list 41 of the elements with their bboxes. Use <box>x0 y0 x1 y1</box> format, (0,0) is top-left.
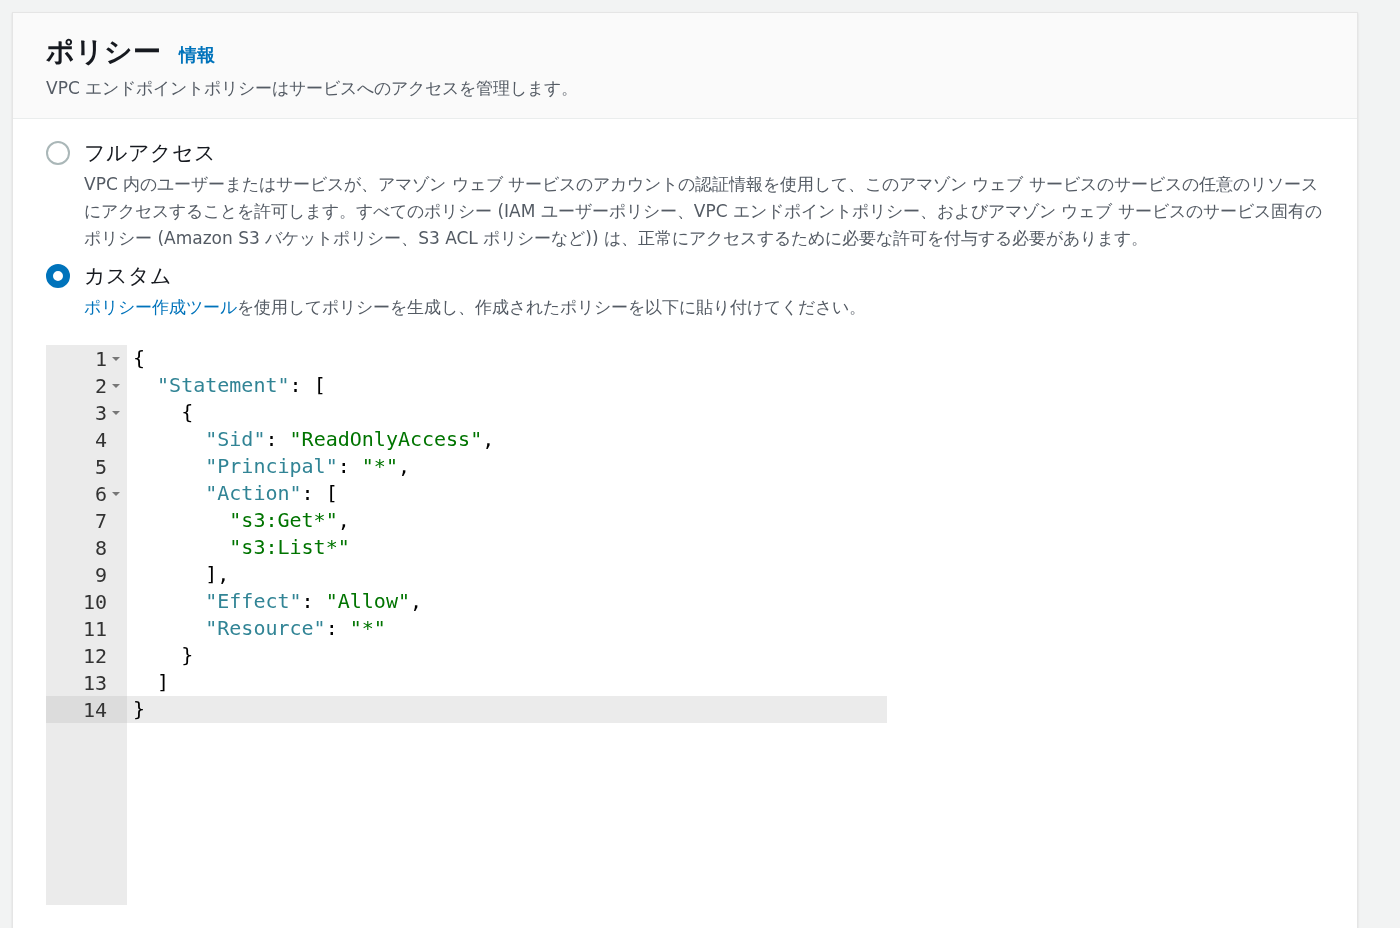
info-link[interactable]: 情報 <box>179 43 215 67</box>
fold-caret-icon[interactable] <box>111 355 121 362</box>
code-line: "Effect": "Allow", <box>204 588 423 615</box>
fold-caret-icon[interactable] <box>111 409 121 416</box>
code-line: } <box>180 642 195 669</box>
line-number: 1 <box>94 346 107 371</box>
line-number: 4 <box>94 427 107 452</box>
line-number: 13 <box>82 670 107 695</box>
code-line: "s3:Get*", <box>228 507 351 534</box>
line-number: 7 <box>94 508 107 533</box>
code-line: ], <box>204 561 231 588</box>
line-number: 6 <box>94 481 107 506</box>
line-number: 2 <box>94 373 107 398</box>
policy-generator-link[interactable]: ポリシー作成ツール <box>84 297 237 317</box>
fold-caret-icon[interactable] <box>111 490 121 497</box>
line-number: 10 <box>82 589 107 614</box>
line-number: 9 <box>94 562 107 587</box>
code-line: "Action": [ <box>204 480 339 507</box>
code-line: "Resource": "*" <box>204 615 387 642</box>
code-line: "Principal": "*", <box>204 453 411 480</box>
line-number: 14 <box>82 697 107 722</box>
code-line: ] <box>156 669 171 696</box>
panel-title: ポリシー <box>46 34 161 70</box>
line-number: 11 <box>82 616 107 641</box>
radio-button[interactable] <box>46 264 70 288</box>
code-line: "Statement": [ <box>156 372 327 399</box>
radio-label[interactable]: カスタム <box>84 262 1324 290</box>
fold-caret-icon[interactable] <box>111 382 121 389</box>
code-line: "s3:List*" <box>228 534 351 561</box>
code-line: { <box>180 399 195 426</box>
radio-label[interactable]: フルアクセス <box>84 139 1324 167</box>
radio-button[interactable] <box>46 141 70 165</box>
line-number: 3 <box>94 400 107 425</box>
panel-description: VPC エンドポイントポリシーはサービスへのアクセスを管理します。 <box>46 77 580 100</box>
line-number: 5 <box>94 454 107 479</box>
option-description: VPC 内のユーザーまたはサービスが、アマゾン ウェブ サービスのアカウントの認証情報を使用して、このアマゾン ウェブ サービスのサービスの任意のリソースにアクセスすることを許可します。すべてのポリシー (IAM ユーザーポリシー、VPC エンドポイントポリシー、およびアマゾン ウェブ サービスのサービス固有のポリシー (Amazon S3 バケットポリシー、S3 ACL ポリシーなど)) は、正常にアクセスするために必要な許可を付与する必要があります。 <box>84 173 1323 250</box>
line-number: 8 <box>94 535 107 560</box>
option-description: ポリシー作成ツールを使用してポリシーを生成し、作成されたポリシーを以下に貼り付けてください。 <box>84 296 867 319</box>
line-number: 12 <box>82 643 107 668</box>
code-line: { <box>132 345 147 372</box>
code-line: "Sid": "ReadOnlyAccess", <box>204 426 496 453</box>
